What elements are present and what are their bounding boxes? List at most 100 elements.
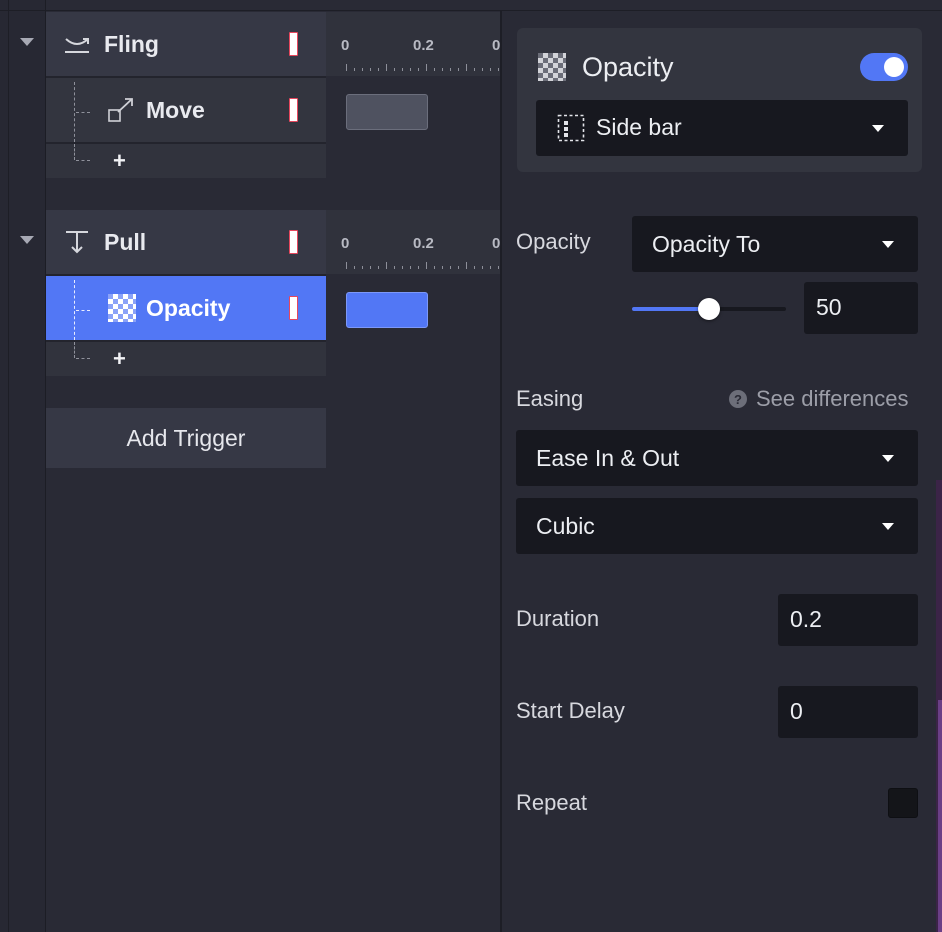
add-animation-row-pull[interactable]: +	[46, 342, 326, 376]
ruler-tick-label: 0	[492, 37, 500, 54]
ruler-tick-label: 0	[341, 37, 350, 54]
pull-icon	[62, 227, 92, 257]
collapse-caret-fling[interactable]	[20, 38, 34, 46]
animation-marker	[289, 296, 298, 320]
collapse-caret-pull[interactable]	[20, 236, 34, 244]
ruler-tick	[386, 262, 387, 269]
ruler-tick	[410, 68, 411, 71]
trigger-row-pull[interactable]: Pull	[46, 210, 326, 274]
ruler-tick	[434, 266, 435, 269]
ruler-tick	[426, 262, 427, 269]
opacity-mode-value: Opacity To	[652, 231, 761, 257]
ruler-tick	[386, 64, 387, 71]
trigger-label: Pull	[104, 228, 147, 255]
start-delay-value: 0	[790, 698, 803, 724]
opacity-mode-select[interactable]: Opacity To	[632, 216, 918, 272]
ruler-tick	[362, 266, 363, 269]
easing-curve-select[interactable]: Ease In & Out	[516, 430, 918, 486]
ruler-tick	[378, 266, 379, 269]
target-layer-select[interactable]: Side bar	[536, 100, 908, 156]
see-differences-link[interactable]: See differences	[756, 386, 908, 412]
ruler-tick	[418, 266, 419, 269]
timeline-block-move[interactable]	[346, 94, 428, 130]
opacity-value: 50	[816, 294, 842, 320]
ruler-tick	[410, 266, 411, 269]
ruler-tick	[362, 68, 363, 71]
ruler-tick	[458, 266, 459, 269]
opacity-slider-thumb[interactable]	[698, 298, 720, 320]
left-gutter	[0, 0, 46, 932]
ruler-tick	[442, 68, 443, 71]
animation-title: Opacity	[582, 52, 674, 82]
ruler-tick	[370, 266, 371, 269]
layer-target-icon	[557, 114, 585, 147]
ruler-tick-label: 0.2	[413, 235, 434, 252]
easing-type-select[interactable]: Cubic	[516, 498, 918, 554]
trigger-marker	[289, 230, 298, 254]
repeat-checkbox[interactable]	[888, 788, 918, 818]
ruler-tick	[378, 68, 379, 71]
add-animation-button[interactable]: +	[113, 148, 126, 174]
ruler-tick	[490, 68, 491, 71]
duration-input[interactable]: 0.2	[778, 594, 918, 646]
add-trigger-button[interactable]: Add Trigger	[46, 408, 326, 468]
move-icon	[106, 95, 136, 125]
ruler-tick	[346, 262, 347, 269]
ruler-tick	[498, 266, 499, 269]
fling-icon	[62, 29, 92, 59]
ruler-tick	[482, 68, 483, 71]
trigger-label: Fling	[104, 30, 159, 57]
start-delay-label: Start Delay	[516, 698, 625, 723]
ruler-tick	[466, 262, 467, 269]
animation-marker	[289, 98, 298, 122]
trigger-row-fling[interactable]: Fling	[46, 12, 326, 76]
easing-label: Easing	[516, 386, 584, 411]
ruler-tick	[394, 68, 395, 71]
duration-label: Duration	[516, 606, 600, 631]
window-edge-accent	[938, 700, 942, 932]
ruler-ticks	[346, 262, 500, 269]
animation-label: Move	[146, 96, 205, 123]
help-icon: ?	[729, 390, 747, 408]
easing-curve-value: Ease In & Out	[536, 445, 680, 471]
animation-enabled-toggle[interactable]	[860, 53, 908, 81]
animation-label: Opacity	[146, 294, 231, 321]
chevron-down-icon	[872, 125, 884, 132]
ruler-tick	[434, 68, 435, 71]
ruler-tick	[346, 64, 347, 71]
ruler-tick	[442, 266, 443, 269]
ruler-tick	[370, 68, 371, 71]
start-delay-input[interactable]: 0	[778, 686, 918, 738]
opacity-checker-icon	[108, 294, 136, 322]
ruler-tick	[474, 266, 475, 269]
opacity-checker-icon	[538, 53, 566, 81]
ruler-tick	[474, 68, 475, 71]
animation-row-move[interactable]: Move	[46, 78, 326, 142]
ruler-tick	[466, 64, 467, 71]
ruler-tick	[450, 266, 451, 269]
animation-row-opacity[interactable]: Opacity	[46, 276, 326, 340]
chevron-down-icon	[882, 523, 894, 530]
opacity-label: Opacity	[516, 229, 591, 254]
chevron-down-icon	[882, 241, 894, 248]
ruler-tick	[426, 64, 427, 71]
timeline-block-opacity[interactable]	[346, 292, 428, 328]
add-animation-row-fling[interactable]: +	[46, 144, 326, 178]
ruler-tick	[402, 68, 403, 71]
ruler-tick	[490, 266, 491, 269]
ruler-tick-label: 0	[492, 235, 500, 252]
ruler-tick	[418, 68, 419, 71]
ruler-tick	[354, 68, 355, 71]
ruler-tick	[354, 266, 355, 269]
ruler-tick-label: 0.2	[413, 37, 434, 54]
opacity-value-input[interactable]: 50	[804, 282, 918, 334]
trigger-marker	[289, 32, 298, 56]
ruler-tick	[394, 266, 395, 269]
ruler-ticks	[346, 64, 500, 71]
gutter-line	[8, 0, 9, 932]
duration-value: 0.2	[790, 606, 822, 632]
ruler-tick	[482, 266, 483, 269]
add-animation-button[interactable]: +	[113, 346, 126, 372]
ruler-tick	[402, 266, 403, 269]
target-layer-value: Side bar	[596, 114, 682, 140]
